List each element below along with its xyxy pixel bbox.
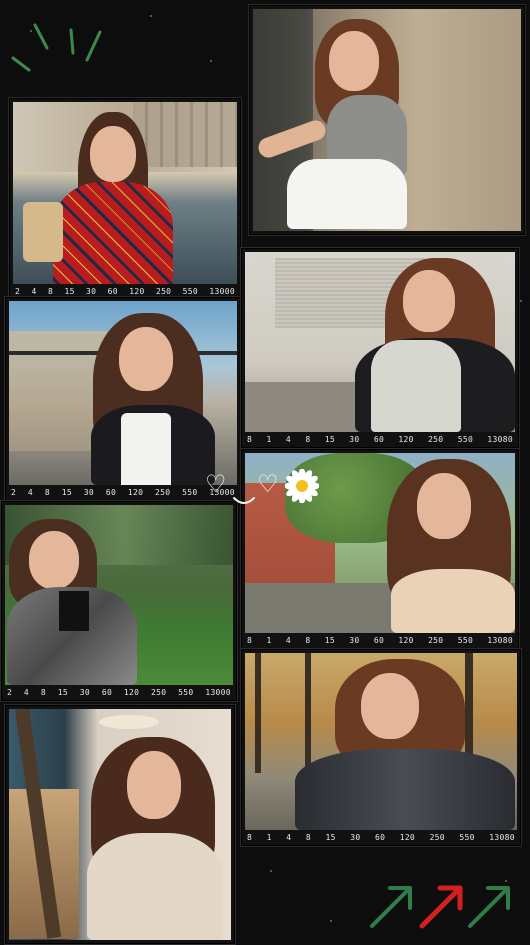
iso-label: 15 xyxy=(64,286,75,296)
photo-white-top-city xyxy=(9,301,237,485)
photo-frame-3: 2 4 8 15 30 60 120 250 550 13000 xyxy=(0,500,238,702)
iso-label: 550 xyxy=(182,286,199,296)
photo-black-puffer-autumn xyxy=(245,653,517,830)
iso-label: 4 xyxy=(286,832,292,842)
iso-label: 550 xyxy=(459,832,475,842)
iso-label: 120 xyxy=(127,487,144,497)
iso-label: 250 xyxy=(429,832,445,842)
iso-label: 250 xyxy=(428,434,444,444)
iso-label: 8 xyxy=(40,687,46,697)
iso-label: 8 xyxy=(247,635,253,645)
iso-label: 550 xyxy=(178,687,194,697)
iso-label: 8 xyxy=(305,635,311,645)
iso-label: 60 xyxy=(105,487,117,497)
iso-label: 30 xyxy=(79,687,91,697)
iso-label: 60 xyxy=(373,635,385,645)
film-strip-numbers: 8 1 4 8 15 30 60 120 250 550 13080 xyxy=(245,830,517,844)
iso-label: 15 xyxy=(324,635,335,645)
film-strip-numbers: 2 4 8 15 30 60 120 250 550 13000 xyxy=(9,485,237,499)
arrow-up-right-icon xyxy=(419,885,463,929)
iso-label: 2 xyxy=(11,487,17,497)
iso-label: 60 xyxy=(373,434,385,444)
iso-label: 4 xyxy=(285,635,291,645)
iso-label: 8 xyxy=(247,434,253,444)
iso-label: 120 xyxy=(399,832,416,842)
photo-frame-4 xyxy=(4,704,236,945)
iso-label: 13080 xyxy=(487,434,513,444)
iso-label: 8 xyxy=(247,832,253,842)
iso-label: 13080 xyxy=(487,635,513,645)
heart-outline-icon: ♡ xyxy=(205,470,227,498)
arrow-up-right-icon xyxy=(370,886,412,928)
photo-frame-7: 8 1 4 8 15 30 60 120 250 550 13080 xyxy=(240,448,520,650)
iso-label: 8 xyxy=(305,434,311,444)
iso-label: 13000 xyxy=(209,286,235,296)
photo-frame-1: 2 4 8 15 30 60 120 250 550 13000 xyxy=(8,97,242,301)
iso-label: 250 xyxy=(155,286,172,296)
photo-plaid-coat-canal xyxy=(13,102,237,284)
smile-curve-icon xyxy=(233,497,255,504)
iso-label: 30 xyxy=(349,635,360,645)
iso-label: 15 xyxy=(324,434,335,444)
iso-label: 120 xyxy=(398,635,414,645)
photo-leather-jacket-park xyxy=(5,505,233,685)
heart-outline-icon: ♡ xyxy=(257,470,279,498)
iso-label: 13080 xyxy=(489,832,515,842)
iso-label: 13000 xyxy=(205,687,231,697)
iso-label: 60 xyxy=(101,687,113,697)
film-strip-numbers: 2 4 8 15 30 60 120 250 550 13000 xyxy=(5,685,233,699)
photo-puffer-vest xyxy=(245,252,515,432)
iso-label: 550 xyxy=(182,487,198,497)
iso-label: 2 xyxy=(15,286,21,296)
iso-label: 120 xyxy=(129,286,145,296)
film-strip-numbers: 8 1 4 8 15 30 60 120 250 550 13080 xyxy=(245,432,515,446)
iso-label: 60 xyxy=(107,286,118,296)
iso-label: 8 xyxy=(44,487,50,497)
photo-sitting-wall xyxy=(253,9,521,231)
iso-label: 550 xyxy=(457,635,474,645)
iso-label: 120 xyxy=(398,434,414,444)
photo-frame-8: 8 1 4 8 15 30 60 120 250 550 13080 xyxy=(240,648,522,847)
iso-label: 120 xyxy=(123,687,140,697)
iso-label: 250 xyxy=(151,687,167,697)
photo-frame-5 xyxy=(248,4,526,236)
iso-label: 15 xyxy=(325,832,336,842)
iso-label: 8 xyxy=(47,286,54,296)
photo-frame-6: 8 1 4 8 15 30 60 120 250 550 13080 xyxy=(240,247,520,449)
iso-label: 1 xyxy=(266,434,272,444)
film-strip-numbers: 8 1 4 8 15 30 60 120 250 550 13080 xyxy=(245,633,515,647)
iso-label: 15 xyxy=(57,687,68,697)
iso-label: 8 xyxy=(305,832,311,842)
iso-label: 4 xyxy=(285,434,291,444)
iso-label: 4 xyxy=(23,687,30,697)
spark-lines-icon xyxy=(11,23,102,72)
iso-label: 250 xyxy=(428,635,444,645)
iso-label: 30 xyxy=(350,832,361,842)
iso-label: 15 xyxy=(61,487,72,497)
iso-label: 250 xyxy=(155,487,171,497)
iso-label: 30 xyxy=(83,487,95,497)
iso-label: 1 xyxy=(266,832,272,842)
photo-cardigan-indoor xyxy=(9,709,231,940)
iso-label: 2 xyxy=(7,687,13,697)
iso-label: 60 xyxy=(374,832,386,842)
iso-label: 1 xyxy=(266,635,272,645)
arrow-up-right-icon xyxy=(468,886,510,928)
iso-label: 30 xyxy=(86,286,97,296)
daisy-icon xyxy=(285,469,319,503)
iso-label: 550 xyxy=(457,434,474,444)
iso-label: 4 xyxy=(31,286,37,296)
iso-label: 30 xyxy=(349,434,360,444)
iso-label: 4 xyxy=(27,487,34,497)
